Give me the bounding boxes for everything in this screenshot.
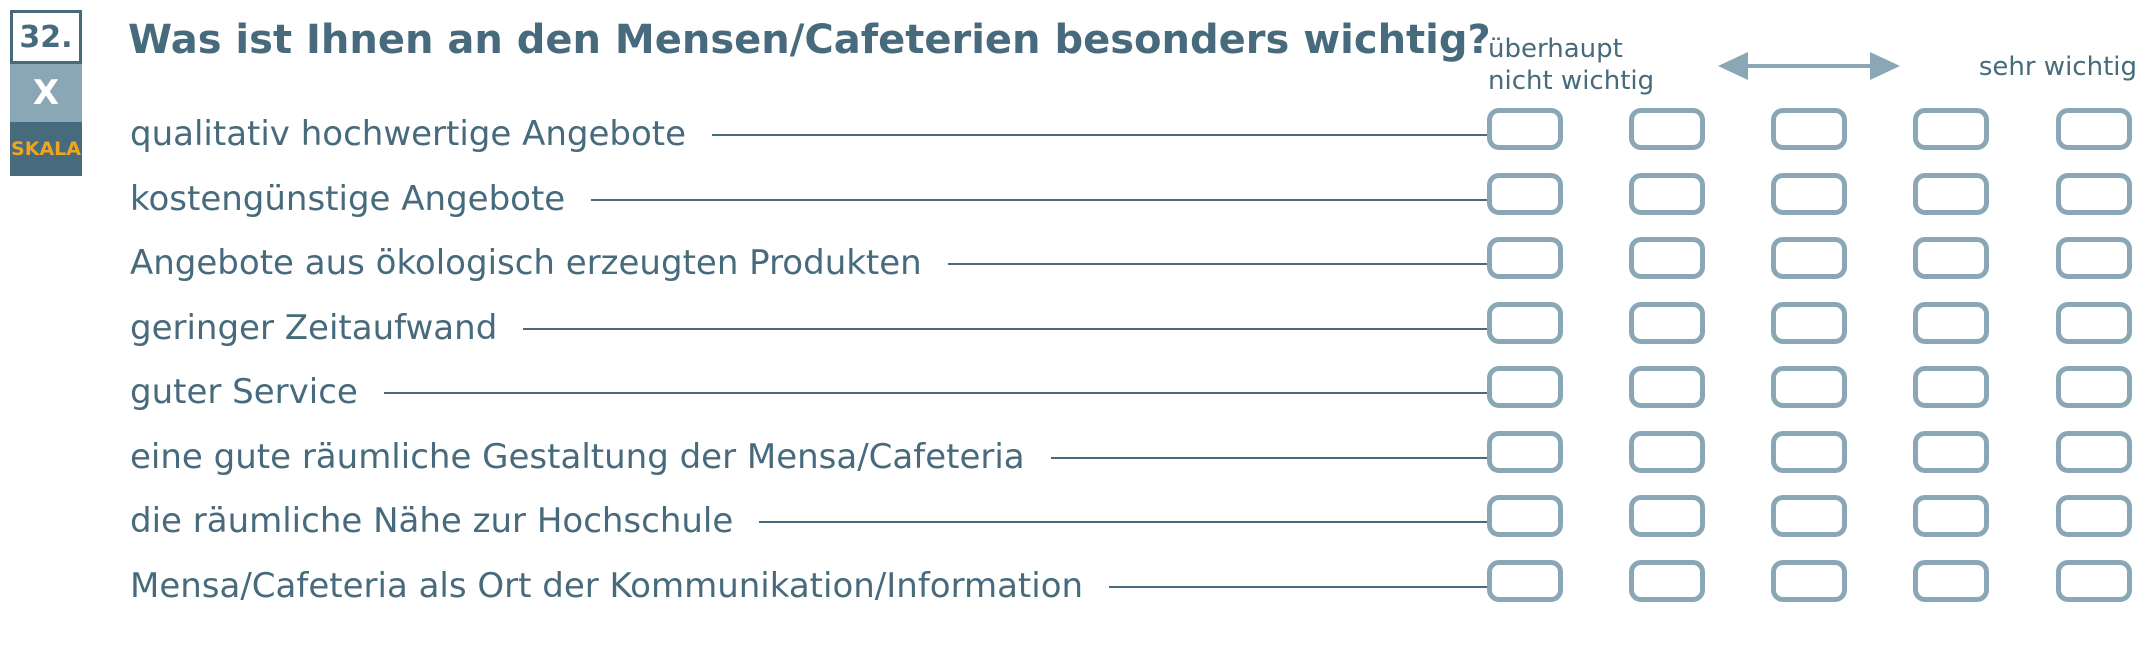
item-row: eine gute räumliche Gestaltung der Mensa…: [0, 424, 2141, 489]
rating-checkbox-1[interactable]: [1487, 237, 1563, 279]
rating-checkbox-5[interactable]: [2056, 237, 2132, 279]
rating-checkbox-3[interactable]: [1771, 301, 1847, 344]
scale-low-label: überhaupt nicht wichtig: [1488, 33, 1654, 97]
rating-checkbox-4[interactable]: [1913, 495, 1989, 537]
rating-checkbox-4[interactable]: [1913, 301, 1989, 344]
rating-checkbox-4[interactable]: [1913, 366, 1989, 408]
rating-checkbox-5[interactable]: [2056, 172, 2132, 215]
question-number: 32.: [10, 10, 82, 64]
item-label: eine gute räumliche Gestaltung der Mensa…: [130, 424, 1051, 489]
item-label: kostengünstige Angebote: [130, 166, 592, 231]
rating-checkbox-1[interactable]: [1487, 430, 1563, 473]
rating-checkbox-3[interactable]: [1771, 172, 1847, 215]
rating-checkbox-1[interactable]: [1487, 495, 1563, 537]
rating-checkbox-1[interactable]: [1487, 172, 1563, 215]
item-row: qualitativ hochwertige Angebote: [0, 102, 2141, 166]
rating-checkbox-4[interactable]: [1913, 237, 1989, 279]
rating-checkbox-3[interactable]: [1771, 495, 1847, 537]
rating-checkbox-3[interactable]: [1771, 559, 1847, 602]
rating-checkbox-1[interactable]: [1487, 301, 1563, 344]
item-row: guter Service: [0, 360, 2141, 424]
rating-checkbox-3[interactable]: [1771, 108, 1847, 150]
item-label: qualitativ hochwertige Angebote: [130, 102, 713, 166]
rating-checkbox-2[interactable]: [1629, 301, 1705, 344]
rating-checkbox-1[interactable]: [1487, 559, 1563, 602]
rating-checkbox-5[interactable]: [2056, 301, 2132, 344]
scale-low-line2: nicht wichtig: [1488, 66, 1655, 96]
rating-checkbox-1[interactable]: [1487, 108, 1563, 150]
rating-checkbox-3[interactable]: [1771, 237, 1847, 279]
question-title: Was ist Ihnen an den Mensen/Cafeterien b…: [128, 17, 1491, 63]
rating-checkbox-3[interactable]: [1771, 366, 1847, 408]
double-arrow-icon: [1718, 52, 1900, 80]
rating-checkbox-4[interactable]: [1913, 172, 1989, 215]
rating-checkbox-2[interactable]: [1629, 366, 1705, 408]
rating-checkbox-5[interactable]: [2056, 559, 2132, 602]
scale-high-label: sehr wichtig: [1978, 52, 2137, 82]
rating-checkbox-2[interactable]: [1629, 495, 1705, 537]
rating-checkbox-2[interactable]: [1629, 172, 1705, 215]
rating-checkbox-5[interactable]: [2056, 430, 2132, 473]
rating-checkbox-5[interactable]: [2056, 495, 2132, 537]
rating-checkbox-4[interactable]: [1913, 108, 1989, 150]
item-row: Angebote aus ökologisch erzeugten Produk…: [0, 231, 2141, 295]
item-row: Mensa/Cafeteria als Ort der Kommunikatio…: [0, 553, 2141, 618]
rating-checkbox-2[interactable]: [1629, 430, 1705, 473]
rating-checkbox-4[interactable]: [1913, 559, 1989, 602]
item-row: kostengünstige Angebote: [0, 166, 2141, 231]
item-label: geringer Zeitaufwand: [130, 295, 524, 360]
item-label: Mensa/Cafeteria als Ort der Kommunikatio…: [130, 553, 1110, 618]
rating-checkbox-3[interactable]: [1771, 430, 1847, 473]
rating-checkbox-1[interactable]: [1487, 366, 1563, 408]
rating-checkbox-2[interactable]: [1629, 108, 1705, 150]
rating-checkbox-4[interactable]: [1913, 430, 1989, 473]
item-label: Angebote aus ökologisch erzeugten Produk…: [130, 231, 948, 295]
rating-checkbox-5[interactable]: [2056, 108, 2132, 150]
item-label: guter Service: [130, 360, 384, 424]
item-row: die räumliche Nähe zur Hochschule: [0, 489, 2141, 553]
scale-low-line1: überhaupt: [1488, 34, 1623, 64]
item-row: geringer Zeitaufwand: [0, 295, 2141, 360]
rating-checkbox-5[interactable]: [2056, 366, 2132, 408]
rating-checkbox-2[interactable]: [1629, 559, 1705, 602]
item-label: die räumliche Nähe zur Hochschule: [130, 489, 760, 553]
rating-checkbox-2[interactable]: [1629, 237, 1705, 279]
